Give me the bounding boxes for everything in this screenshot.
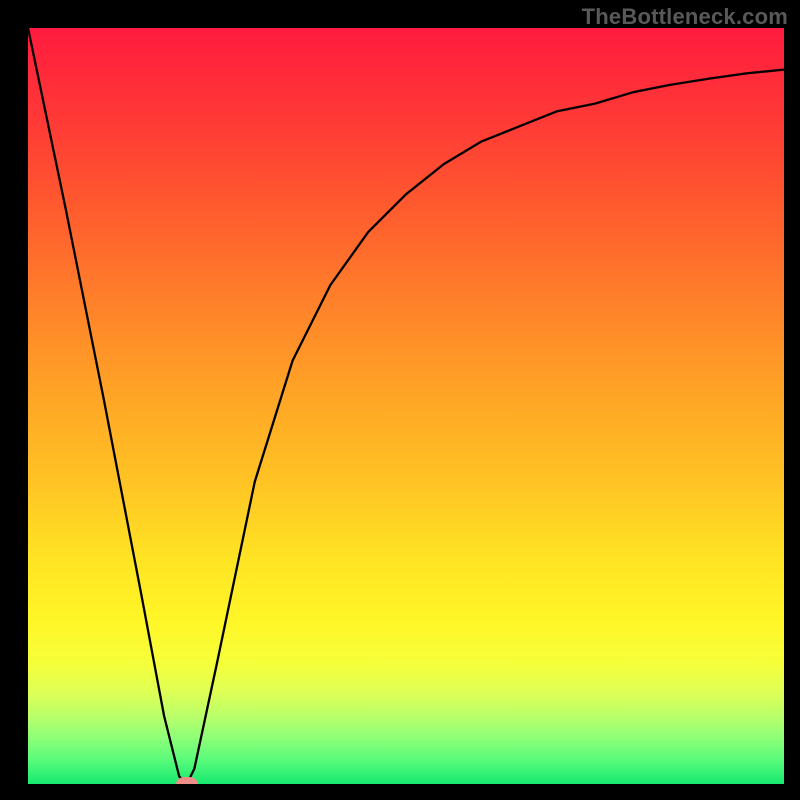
watermark-text: TheBottleneck.com	[582, 4, 788, 30]
plot-area	[28, 28, 784, 784]
optimum-marker	[176, 777, 198, 784]
chart-frame: TheBottleneck.com	[0, 0, 800, 800]
bottleneck-curve	[28, 28, 784, 784]
